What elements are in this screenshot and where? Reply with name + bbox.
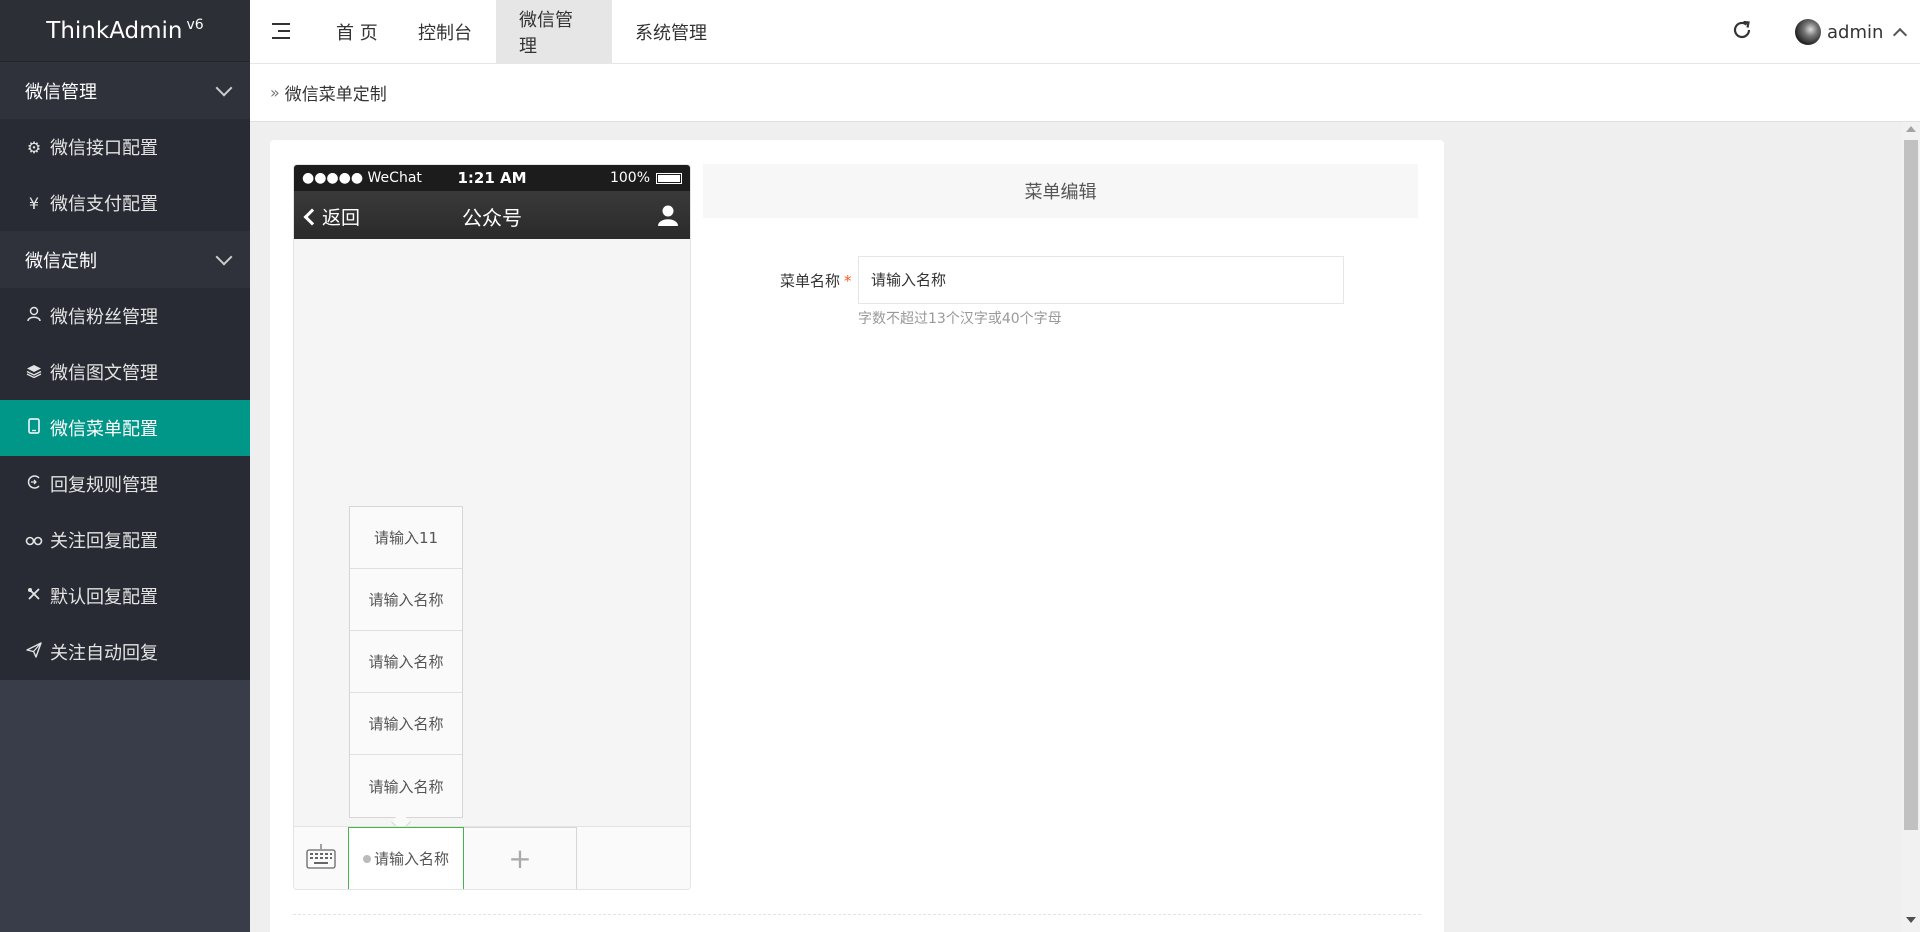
scrollbar-thumb[interactable] <box>1904 140 1918 830</box>
tab-home[interactable]: 首 页 <box>313 0 401 64</box>
sidebar-group-label: 微信定制 <box>25 250 97 272</box>
sidebar-item-label: 关注回复配置 <box>50 531 158 552</box>
app-version: v6 <box>186 16 204 33</box>
sidebar-group-wechat-manage[interactable]: 微信管理 <box>0 62 250 119</box>
tools-icon <box>25 586 43 606</box>
refresh-icon[interactable] <box>1730 19 1754 43</box>
phone-title-bar: 返回 公众号 <box>294 191 690 239</box>
content-panel: ●●●●● WeChat 1:21 AM 100% 返回 公众号 请输入11 请… <box>270 140 1444 932</box>
editor-header: 菜单编辑 <box>703 164 1418 218</box>
sidebar-item-label: 微信菜单配置 <box>50 419 158 440</box>
phone-preview: ●●●●● WeChat 1:21 AM 100% 返回 公众号 请输入11 请… <box>293 164 691 890</box>
sidebar-item-default-reply[interactable]: 默认回复配置 <box>0 568 250 624</box>
sidebar-item-label: 关注自动回复 <box>50 643 158 664</box>
top-navbar: 首 页 控制台 微信管理 系统管理 admin <box>250 0 1920 64</box>
sidebar-item-label: 默认回复配置 <box>50 587 158 608</box>
sidebar-group-wechat-custom[interactable]: 微信定制 <box>0 231 250 288</box>
battery-label: 100% <box>609 170 650 186</box>
tab-console[interactable]: 控制台 <box>395 0 495 64</box>
sidebar-item-label: 微信接口配置 <box>50 138 158 159</box>
main-menu-item[interactable]: 请输入名称 <box>348 827 464 889</box>
gear-icon: ⚙ <box>26 137 42 157</box>
sub-menu-item[interactable]: 请输入名称 <box>350 569 462 631</box>
scroll-up-icon[interactable] <box>1906 126 1916 132</box>
sub-menu-item[interactable]: 请输入名称 <box>350 755 462 817</box>
add-menu-button[interactable]: + <box>464 827 577 889</box>
sidebar: ThinkAdmin v6 微信管理 ⚙ 微信接口配置 ¥ 微信支付配置 微信定制… <box>0 0 250 932</box>
sidebar-item-label: 微信粉丝管理 <box>50 307 158 328</box>
sidebar-item-reply-rules[interactable]: 回复规则管理 <box>0 456 250 512</box>
sidebar-item-pay-config[interactable]: ¥ 微信支付配置 <box>0 175 250 231</box>
user-icon <box>25 306 43 326</box>
send-icon <box>25 642 43 662</box>
sidebar-item-auto-reply[interactable]: 关注自动回复 <box>0 624 250 680</box>
sidebar-item-fans[interactable]: 微信粉丝管理 <box>0 288 250 344</box>
tab-system-manage[interactable]: 系统管理 <box>612 0 730 64</box>
yen-icon: ¥ <box>28 193 40 213</box>
divider <box>293 914 1421 915</box>
sidebar-group-label: 微信管理 <box>25 81 97 103</box>
menu-name-input[interactable] <box>858 256 1344 304</box>
double-chevron-icon: ›› <box>270 83 280 102</box>
link-icon <box>25 531 43 550</box>
battery-icon <box>656 172 682 184</box>
required-mark: * <box>844 272 852 290</box>
sidebar-item-menu-config[interactable]: 微信菜单配置 <box>0 400 250 456</box>
sidebar-item-label: 回复规则管理 <box>50 475 158 496</box>
chevron-down-icon <box>215 248 233 265</box>
field-label: 菜单名称 * <box>780 270 852 291</box>
field-help-text: 字数不超过13个汉字或40个字母 <box>858 311 1062 327</box>
menu-name-field: 菜单名称 * <box>703 256 1418 304</box>
reply-icon <box>25 474 43 494</box>
page-title: 微信菜单定制 <box>284 85 387 105</box>
sidebar-item-api-config[interactable]: ⚙ 微信接口配置 <box>0 119 250 175</box>
phone-status-bar: ●●●●● WeChat 1:21 AM 100% <box>294 165 690 191</box>
main-menu-label: 请输入名称 <box>373 850 449 868</box>
sidebar-item-label: 微信图文管理 <box>50 363 158 384</box>
field-label-text: 菜单名称 <box>780 272 841 290</box>
chevron-up-icon <box>1893 27 1908 43</box>
app-logo[interactable]: ThinkAdmin v6 <box>0 0 250 62</box>
chevron-down-icon <box>215 79 233 96</box>
breadcrumb: ›› 微信菜单定制 <box>250 64 1920 122</box>
user-menu[interactable]: admin <box>1795 18 1908 46</box>
sub-menu-item[interactable]: 请输入名称 <box>350 631 462 693</box>
sub-menu-item[interactable]: 请输入名称 <box>350 693 462 755</box>
menu-toggle-icon[interactable] <box>272 22 292 40</box>
menu-editor: 菜单编辑 菜单名称* 字数不超过13个汉字或40个字母 <box>703 164 1418 664</box>
battery-status: 100% <box>610 170 682 186</box>
app-name: ThinkAdmin <box>46 17 183 44</box>
tab-wechat-manage[interactable]: 微信管理 <box>496 0 612 64</box>
sub-menu-list: 请输入11 请输入名称 请输入名称 请输入名称 请输入名称 <box>349 506 463 818</box>
layers-icon <box>25 363 43 382</box>
username: admin <box>1827 21 1884 43</box>
mobile-icon <box>25 418 43 438</box>
avatar <box>1795 19 1821 45</box>
account-title: 公众号 <box>462 206 522 230</box>
sidebar-item-follow-reply[interactable]: 关注回复配置 <box>0 512 250 568</box>
keyboard-icon[interactable] <box>306 843 336 871</box>
sidebar-item-label: 微信支付配置 <box>50 194 158 215</box>
phone-menu-bar: 请输入名称 + <box>294 826 690 889</box>
menu-dot-icon <box>362 854 371 863</box>
scroll-down-icon[interactable] <box>1906 917 1916 923</box>
profile-icon[interactable] <box>656 203 680 227</box>
sidebar-item-news[interactable]: 微信图文管理 <box>0 344 250 400</box>
sub-menu-item[interactable]: 请输入11 <box>350 507 462 569</box>
